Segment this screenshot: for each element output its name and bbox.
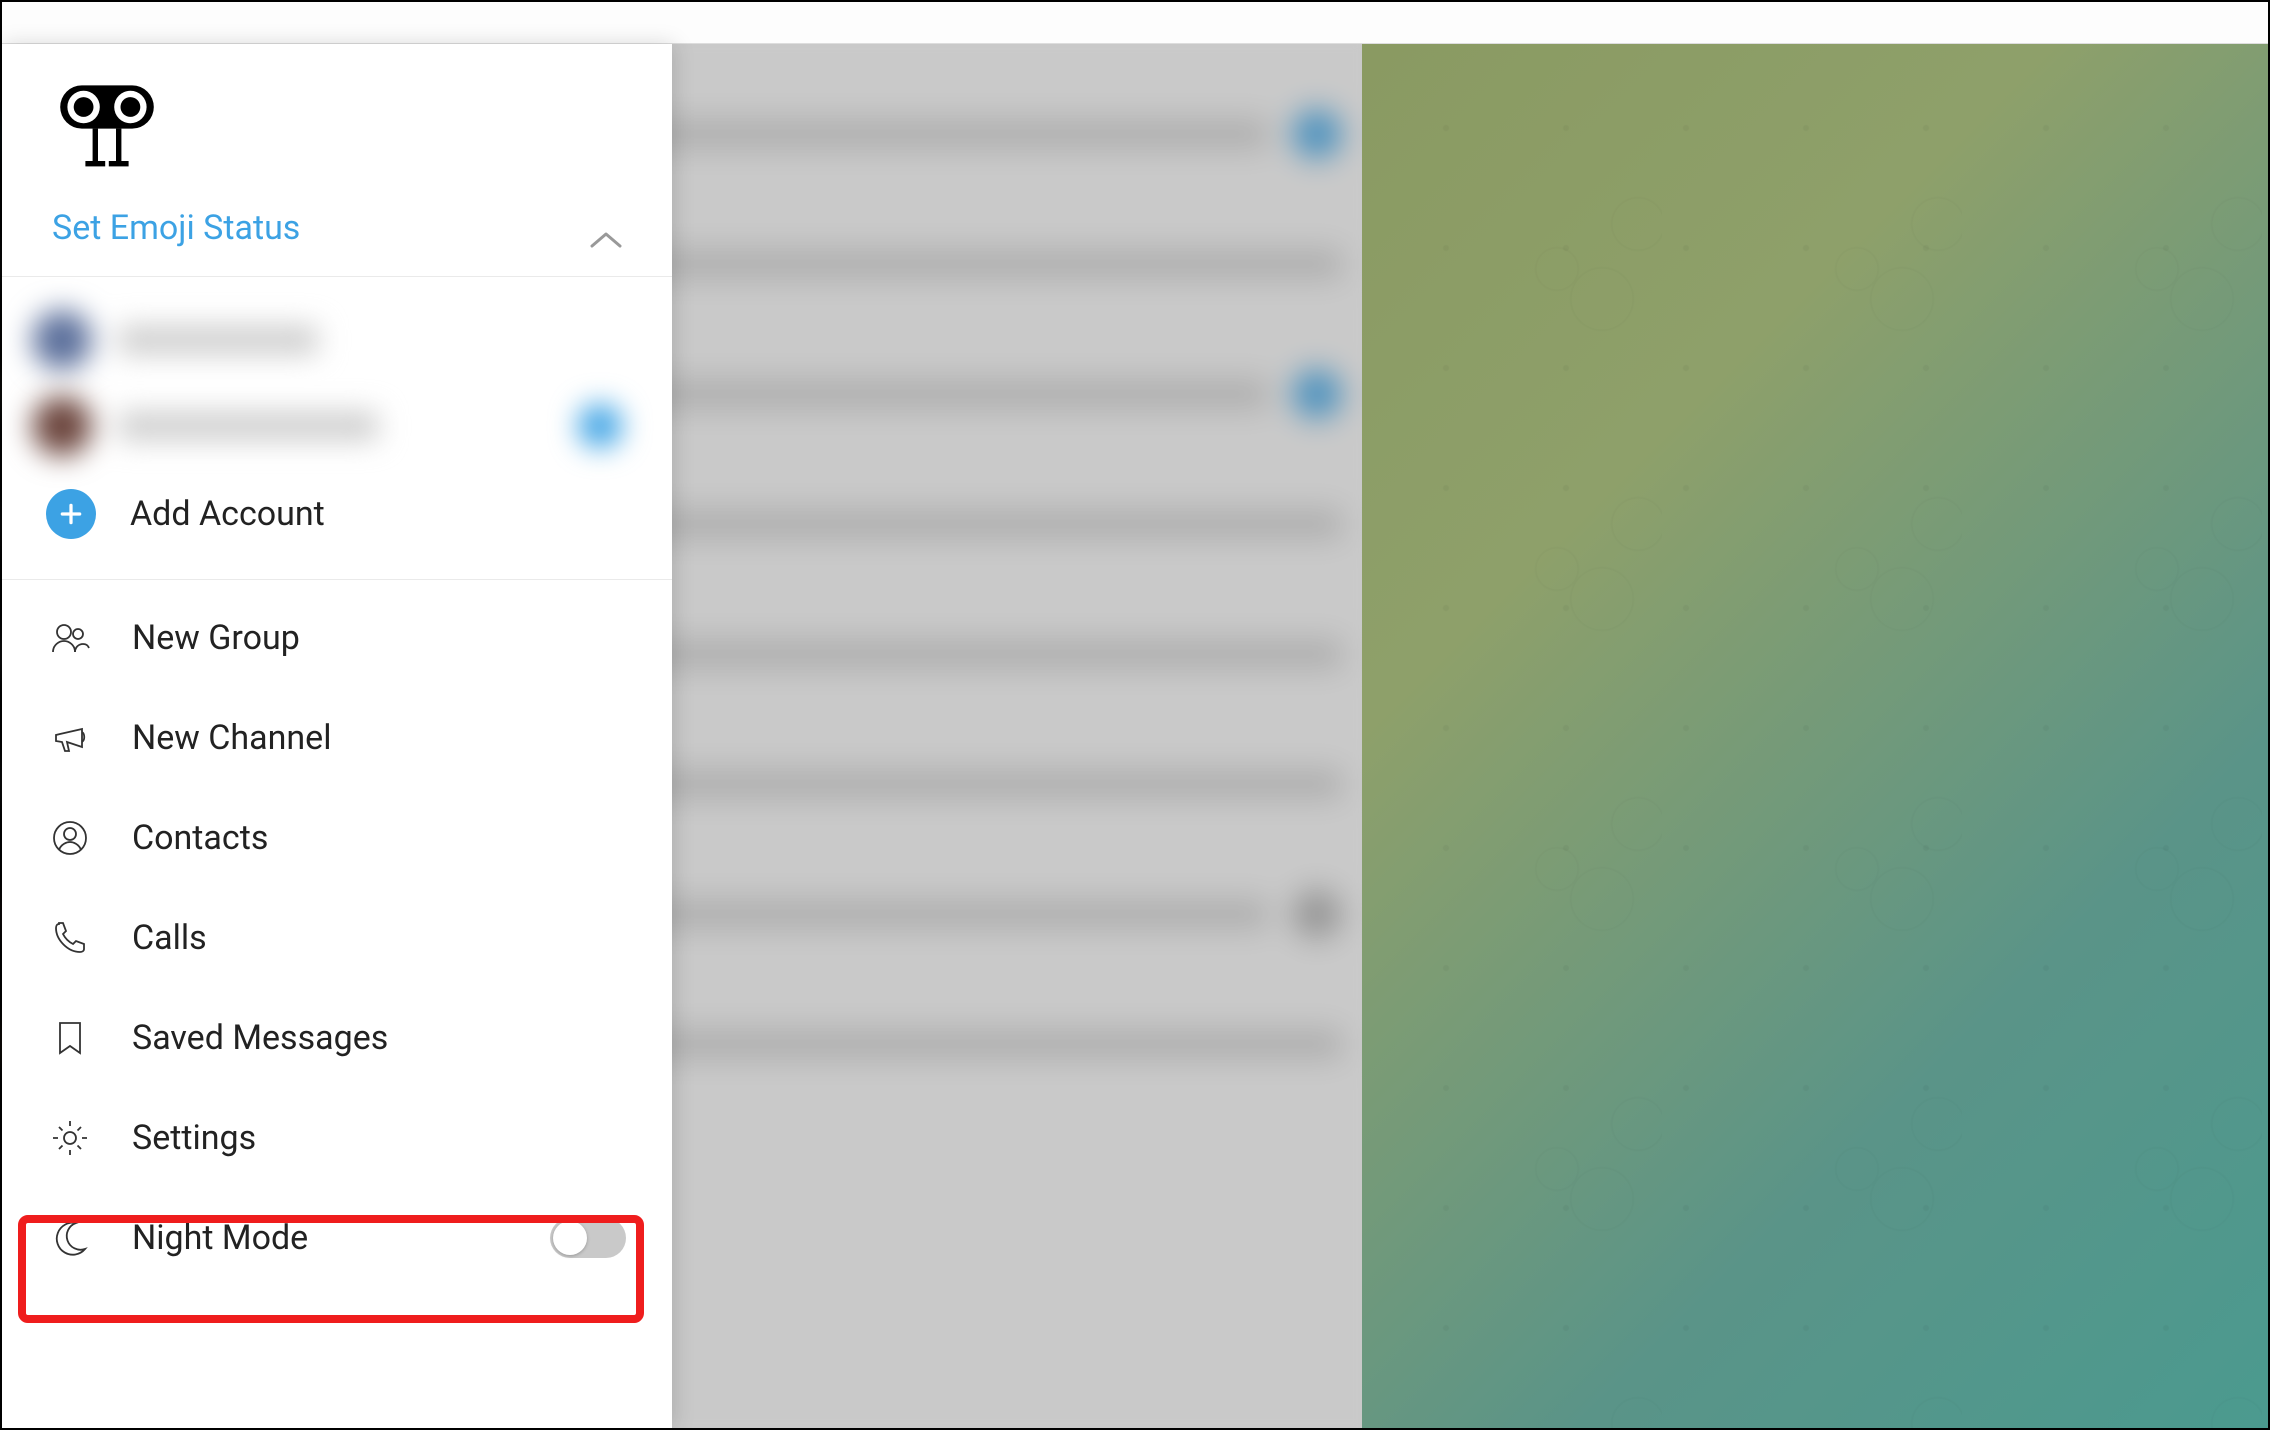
drawer-header: Set Emoji Status [2, 44, 672, 276]
moon-icon [48, 1218, 92, 1258]
megaphone-icon [48, 718, 92, 758]
hamburger-drawer: Set Emoji Status [2, 44, 672, 1428]
menu-label: Saved Messages [132, 1018, 388, 1058]
menu-label: New Group [132, 618, 300, 658]
chat-background-panel [1362, 44, 2268, 1428]
menu-label: Night Mode [132, 1218, 308, 1258]
set-emoji-status-link[interactable]: Set Emoji Status [52, 208, 638, 248]
add-account-label: Add Account [130, 494, 325, 534]
menu-label: Contacts [132, 818, 268, 858]
bookmark-icon [48, 1018, 92, 1058]
content-area: Set Emoji Status [2, 44, 2268, 1428]
contact-icon [48, 818, 92, 858]
menu-item-night-mode[interactable]: Night Mode [2, 1188, 672, 1288]
avatar-robot-icon [52, 80, 162, 170]
accounts-section: Add Account [2, 277, 672, 579]
menu-item-saved-messages[interactable]: Saved Messages [2, 988, 672, 1088]
menu-item-settings[interactable]: Settings [2, 1088, 672, 1188]
menu-label: New Channel [132, 718, 331, 758]
add-account-button[interactable]: Add Account [2, 469, 672, 559]
chevron-up-icon [588, 228, 624, 252]
collapse-accounts-caret[interactable] [588, 228, 624, 256]
menu-item-new-channel[interactable]: New Channel [2, 688, 672, 788]
menu-label: Calls [132, 918, 207, 958]
menu-list: New Group New Channel Contacts [2, 580, 672, 1288]
menu-label: Settings [132, 1118, 256, 1158]
phone-icon [48, 918, 92, 958]
app-window: Set Emoji Status [0, 0, 2270, 1430]
window-titlebar [2, 2, 2268, 44]
night-mode-toggle[interactable] [550, 1218, 626, 1258]
account-item[interactable] [2, 383, 672, 469]
plus-icon [46, 489, 96, 539]
menu-item-calls[interactable]: Calls [2, 888, 672, 988]
menu-item-contacts[interactable]: Contacts [2, 788, 672, 888]
menu-item-new-group[interactable]: New Group [2, 588, 672, 688]
profile-avatar[interactable] [52, 80, 162, 170]
group-icon [48, 618, 92, 658]
gear-icon [48, 1118, 92, 1158]
background-doodles [1362, 44, 2268, 1428]
account-item[interactable] [2, 297, 672, 383]
